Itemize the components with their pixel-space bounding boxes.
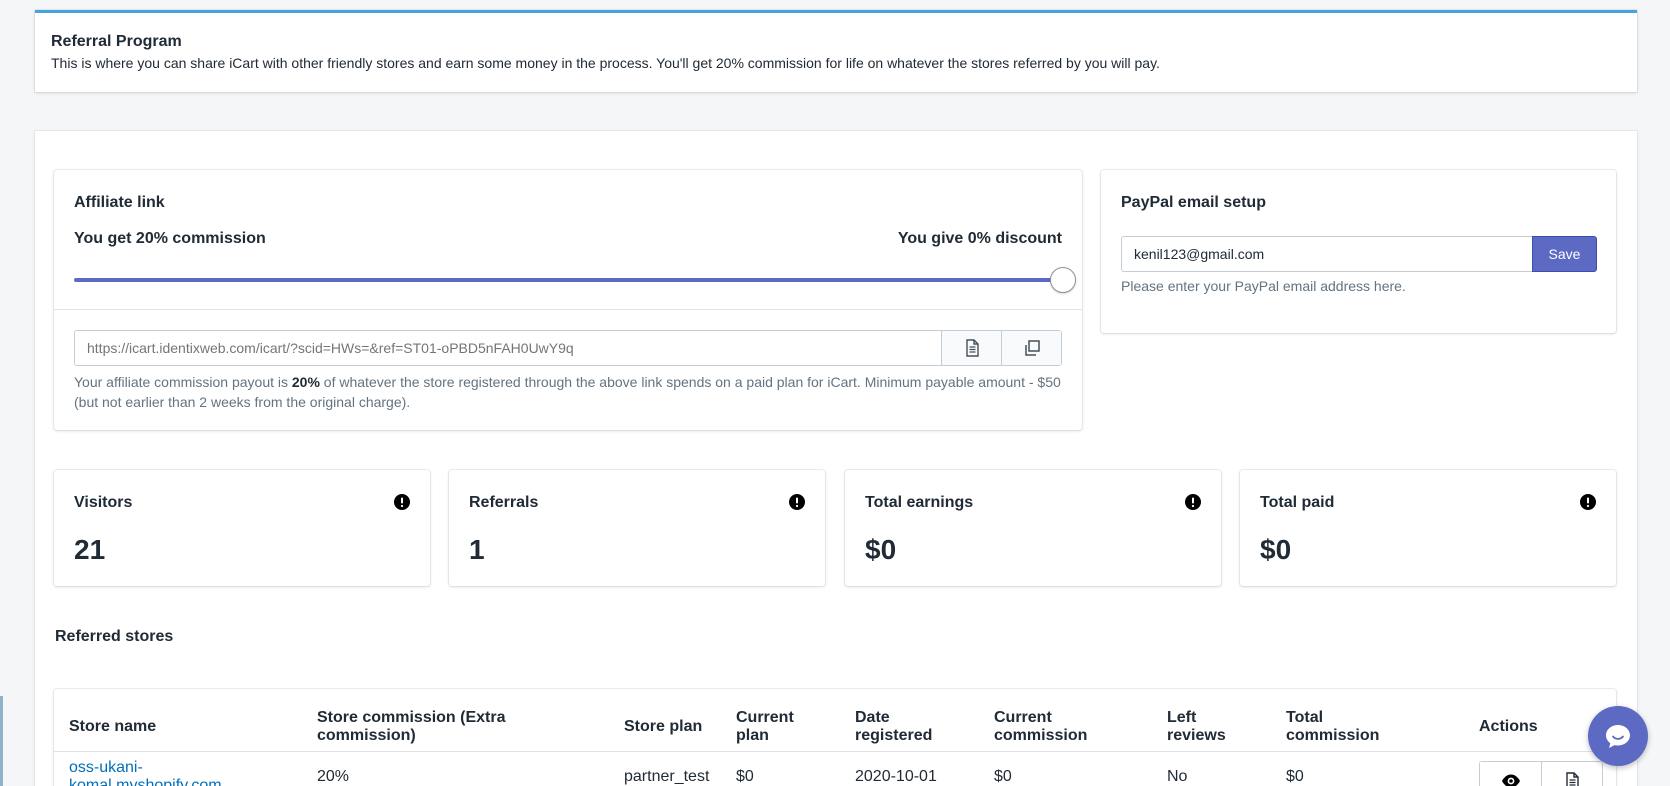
copy-link-button[interactable] [1001, 331, 1061, 365]
total-paid-stat-card: Total paid $0 [1240, 470, 1616, 586]
chat-launcher-button[interactable] [1588, 706, 1648, 766]
cell-left-reviews: No [1167, 768, 1188, 785]
referred-stores-table: Store name Store commission (Extra commis… [54, 689, 1616, 786]
banner-title: Referral Program [51, 33, 182, 50]
store-details-button[interactable] [1541, 762, 1602, 786]
info-icon[interactable] [1185, 494, 1201, 510]
view-link-button[interactable] [941, 331, 1001, 365]
cell-store-plan: partner_test [624, 768, 710, 785]
stat-label: Visitors [74, 494, 133, 511]
column-header-left-reviews: Left reviews [1167, 709, 1226, 744]
paypal-email-input[interactable] [1121, 236, 1532, 272]
save-button[interactable]: Save [1532, 236, 1597, 272]
referrals-stat-card: Referrals 1 [449, 470, 825, 586]
referral-program-banner: Referral Program This is where you can s… [35, 10, 1637, 92]
column-header-current-plan: Current plan [736, 709, 794, 744]
document-icon [965, 339, 979, 357]
chat-icon [1606, 725, 1630, 748]
affiliate-link-input[interactable] [75, 331, 941, 365]
commission-label: You get 20% commission [74, 230, 266, 247]
banner-description: This is where you can share iCart with o… [51, 55, 1160, 71]
stat-label: Referrals [469, 494, 539, 511]
cell-current-commission: $0 [994, 768, 1012, 785]
stat-label: Total earnings [865, 494, 974, 511]
cell-date-registered: 2020-10-01 [855, 768, 937, 785]
info-icon[interactable] [1580, 494, 1596, 510]
paypal-help-text: Please enter your PayPal email address h… [1121, 278, 1406, 294]
stat-value: 21 [74, 534, 106, 565]
stat-value: $0 [865, 534, 897, 565]
affiliate-help-text: Your affiliate commission payout is 20% … [74, 374, 1061, 410]
cell-total-commission: $0 [1286, 768, 1304, 785]
info-icon[interactable] [789, 494, 805, 510]
stat-label: Total paid [1260, 494, 1335, 511]
divider [54, 309, 1082, 310]
paypal-title: PayPal email setup [1121, 194, 1266, 211]
stat-value: $0 [1260, 534, 1292, 565]
column-header-store-name: Store name [69, 718, 157, 735]
commission-slider-handle[interactable] [1050, 267, 1076, 293]
store-name-link[interactable]: oss-ukani-komal.myshopify.com [69, 759, 222, 786]
affiliate-link-card: Affiliate link You get 20% commission Yo… [54, 170, 1082, 430]
referred-stores-title: Referred stores [55, 628, 174, 645]
affiliate-link-title: Affiliate link [74, 194, 165, 211]
scroll-edge [0, 696, 3, 786]
row-actions [1479, 761, 1603, 786]
column-header-store-plan: Store plan [624, 718, 703, 735]
commission-slider-track[interactable] [74, 278, 1062, 282]
main-card: Affiliate link You get 20% commission Yo… [35, 131, 1637, 786]
cell-store-commission: 20% [317, 768, 350, 785]
visitors-stat-card: Visitors 21 [54, 470, 430, 586]
view-store-button[interactable] [1480, 762, 1541, 786]
column-header-total-commission: Total commission [1286, 709, 1380, 744]
table-header-divider [54, 751, 1616, 752]
info-icon[interactable] [394, 494, 410, 510]
discount-label: You give 0% discount [897, 230, 1062, 247]
paypal-email-row: Save [1121, 236, 1597, 272]
total-earnings-stat-card: Total earnings $0 [845, 470, 1221, 586]
affiliate-link-group [74, 330, 1062, 366]
cell-current-plan: $0 [736, 768, 754, 785]
paypal-email-card: PayPal email setup Save Please enter you… [1101, 170, 1616, 333]
stat-value: 1 [469, 534, 485, 565]
column-header-store-commission: Store commission (Extra commission) [317, 709, 506, 744]
document-icon [1566, 772, 1579, 786]
column-header-date-registered: Date registered [855, 709, 933, 744]
commission-percent: 20% [291, 374, 320, 390]
column-header-actions: Actions [1479, 718, 1538, 735]
eye-icon [1501, 774, 1520, 786]
column-header-current-commission: Current commission [994, 709, 1088, 744]
copy-icon [1024, 340, 1040, 356]
